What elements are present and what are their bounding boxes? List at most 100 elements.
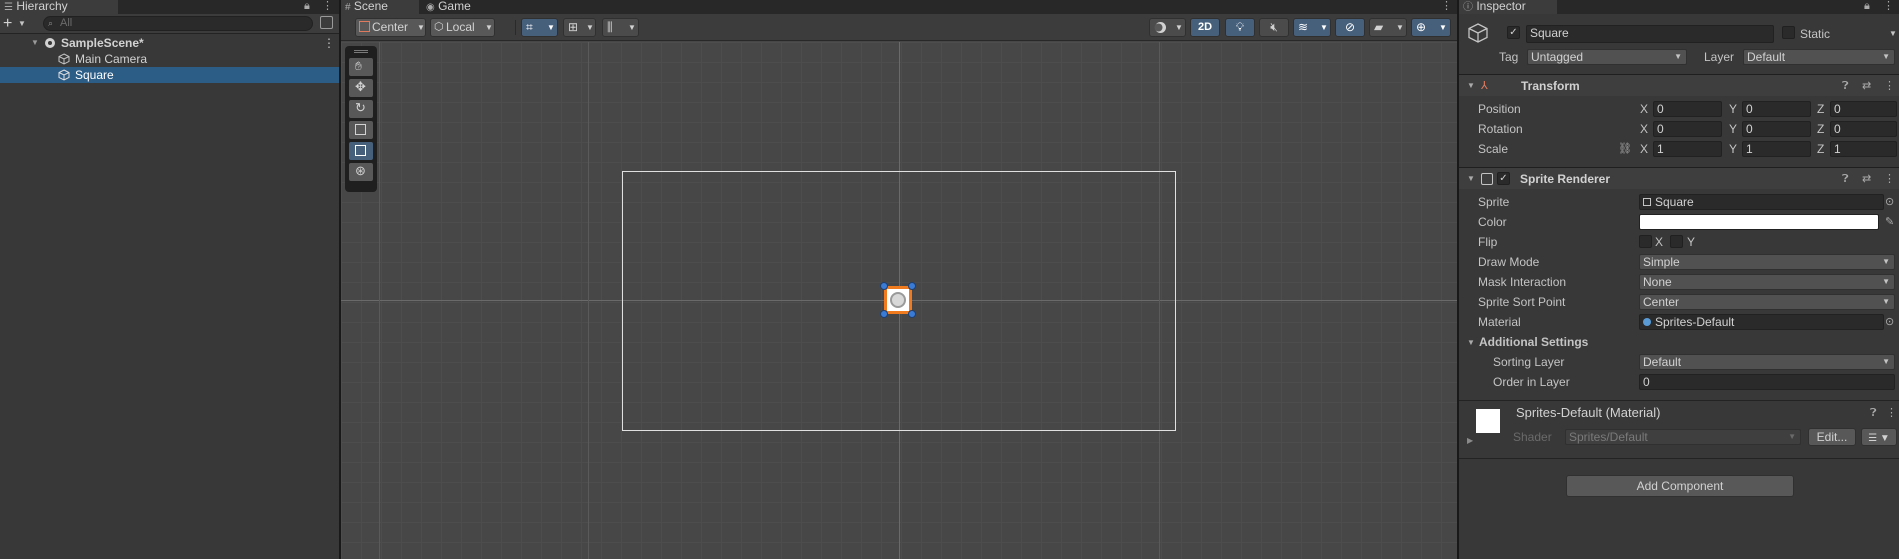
- lock-icon[interactable]: 🔒︎: [1864, 0, 1870, 13]
- sorting-layer-dropdown[interactable]: Default ▼: [1639, 354, 1895, 370]
- order-in-layer-field[interactable]: 0: [1639, 374, 1895, 390]
- tree-item-square[interactable]: Square: [0, 67, 339, 83]
- add-component-button[interactable]: Add Component: [1566, 475, 1794, 497]
- rotation-z-field[interactable]: 0: [1830, 121, 1897, 137]
- camera-dropdown[interactable]: ▰ ▼: [1369, 18, 1407, 37]
- help-icon[interactable]: ❓︎: [1842, 171, 1849, 187]
- active-checkbox[interactable]: ✓: [1507, 26, 1520, 39]
- layer-dropdown[interactable]: Default ▼: [1743, 49, 1895, 65]
- grid-line-major: [379, 42, 380, 559]
- audio-toggle[interactable]: 🔇︎: [1259, 18, 1289, 37]
- expand-arrow-icon[interactable]: ▼: [1467, 75, 1475, 97]
- shader-label: Shader: [1513, 430, 1552, 444]
- shader-options-dropdown[interactable]: ☰ ▼: [1861, 428, 1897, 446]
- tab-game[interactable]: ◉ Game: [422, 0, 492, 14]
- drag-handle-icon[interactable]: [354, 50, 368, 53]
- space-local-dropdown[interactable]: ⬡ Local ▼: [430, 18, 495, 37]
- object-name-field[interactable]: Square: [1526, 25, 1774, 43]
- preset-icon[interactable]: ⇄: [1862, 78, 1871, 94]
- mode-2d-toggle[interactable]: 2D: [1190, 18, 1220, 37]
- effects-dropdown[interactable]: ≋ ▼: [1293, 18, 1331, 37]
- more-menu-icon[interactable]: ⋮: [323, 35, 335, 51]
- scene-visibility-toggle[interactable]: ⊘: [1335, 18, 1365, 37]
- rect-handle-top-right[interactable]: [908, 282, 916, 290]
- more-menu-icon[interactable]: ⋮: [1884, 78, 1895, 94]
- pivot-icon[interactable]: [890, 292, 906, 308]
- grid-visibility-dropdown[interactable]: ⊞ ▼: [563, 18, 596, 37]
- more-menu-icon[interactable]: ⋮: [1441, 0, 1452, 13]
- tab-hierarchy[interactable]: ☰ Hierarchy: [0, 0, 118, 14]
- position-y-field[interactable]: 0: [1742, 101, 1811, 117]
- gizmos-dropdown[interactable]: ⊕ ▼: [1411, 18, 1451, 37]
- edit-shader-button[interactable]: Edit...: [1808, 428, 1856, 446]
- sprite-sort-point-value: Center: [1643, 295, 1680, 309]
- hand-tool-button[interactable]: ✋︎: [349, 58, 373, 76]
- tab-inspector[interactable]: ⓘ Inspector: [1459, 0, 1557, 14]
- transform-title: Transform: [1521, 79, 1580, 93]
- draw-mode-dropdown[interactable]: Simple ▼: [1639, 254, 1895, 270]
- position-x-field[interactable]: 0: [1653, 101, 1722, 117]
- selected-square-sprite[interactable]: [880, 282, 916, 318]
- rotation-x-field[interactable]: 0: [1653, 121, 1722, 137]
- scale-y-field[interactable]: 1: [1742, 141, 1811, 157]
- more-menu-icon[interactable]: ⋮: [1884, 171, 1895, 187]
- rect-tool-button[interactable]: [349, 142, 373, 160]
- tab-scene[interactable]: # Scene: [341, 0, 419, 14]
- tree-item-main-camera[interactable]: Main Camera: [0, 51, 339, 67]
- static-checkbox[interactable]: [1782, 26, 1795, 39]
- object-picker-icon[interactable]: ⊙: [1885, 314, 1894, 330]
- preset-icon[interactable]: ⇄: [1862, 171, 1871, 187]
- sprite-sort-point-dropdown[interactable]: Center ▼: [1639, 294, 1895, 310]
- increment-snap-dropdown[interactable]: ⫼ ▼: [602, 18, 639, 37]
- expand-arrow-icon[interactable]: ▼: [1467, 335, 1475, 351]
- pivot-center-dropdown[interactable]: Center ▼: [355, 18, 426, 37]
- shading-mode-dropdown[interactable]: ▼: [1149, 18, 1186, 37]
- transform-header[interactable]: ▼ ⅄ Transform ❓︎ ⇄ ⋮: [1459, 74, 1899, 96]
- scene-visibility-icon[interactable]: [320, 16, 333, 29]
- position-z-field[interactable]: 0: [1830, 101, 1897, 117]
- material-object-field[interactable]: Sprites-Default: [1639, 314, 1884, 330]
- help-icon[interactable]: ❓︎: [1870, 405, 1877, 421]
- more-menu-icon[interactable]: ⋮: [1886, 405, 1897, 421]
- help-icon[interactable]: ❓︎: [1842, 78, 1849, 94]
- chevron-down-icon: ▼: [485, 23, 493, 32]
- transform-tool-button[interactable]: ⊛: [349, 163, 373, 181]
- rotate-tool-button[interactable]: ↻: [349, 100, 373, 118]
- object-picker-icon[interactable]: ⊙: [1885, 194, 1894, 210]
- rect-handle-bottom-right[interactable]: [908, 310, 916, 318]
- more-menu-icon[interactable]: ⋮: [1883, 0, 1894, 13]
- scale-x-field[interactable]: 1: [1653, 141, 1722, 157]
- sprite-renderer-header[interactable]: ▼ ✓ Sprite Renderer ❓︎ ⇄ ⋮: [1459, 167, 1899, 189]
- constrain-proportions-icon[interactable]: ⛓︎: [1618, 141, 1632, 157]
- search-input[interactable]: ⌕ All: [43, 16, 313, 31]
- add-icon[interactable]: +: [3, 14, 12, 33]
- component-enabled-checkbox[interactable]: ✓: [1497, 172, 1510, 185]
- lighting-toggle[interactable]: 💡︎: [1225, 18, 1255, 37]
- move-tool-button[interactable]: ✥: [349, 79, 373, 97]
- more-menu-icon[interactable]: ⋮: [322, 0, 333, 13]
- expand-arrow-icon[interactable]: ▼: [1467, 168, 1475, 190]
- chevron-down-icon[interactable]: ▼: [1889, 26, 1897, 42]
- scale-tool-button[interactable]: [349, 121, 373, 139]
- chevron-down-icon[interactable]: ▼: [18, 14, 26, 34]
- tree-item-scene[interactable]: ▼ SampleScene* ⋮: [0, 35, 339, 51]
- color-swatch-field[interactable]: [1639, 214, 1879, 230]
- flip-y-checkbox[interactable]: [1670, 235, 1683, 248]
- rotation-y-field[interactable]: 0: [1742, 121, 1811, 137]
- expand-arrow-icon[interactable]: ▼: [31, 35, 39, 51]
- scene-viewport[interactable]: ✋︎ ✥ ↻ ⊛: [341, 42, 1457, 559]
- shader-dropdown[interactable]: Sprites/Default ▼: [1565, 429, 1801, 445]
- sprite-object-field[interactable]: Square: [1639, 194, 1884, 210]
- rect-handle-bottom-left[interactable]: [880, 310, 888, 318]
- axis-z-label: Z: [1817, 142, 1825, 156]
- grid-snap-toggle[interactable]: ⌗ ▼: [521, 18, 558, 37]
- expand-arrow-icon[interactable]: ▶: [1467, 436, 1473, 445]
- rect-handle-top-left[interactable]: [880, 282, 888, 290]
- eyedropper-icon[interactable]: ✎: [1885, 214, 1894, 230]
- additional-settings-foldout[interactable]: Additional Settings: [1479, 334, 1588, 350]
- flip-x-checkbox[interactable]: [1639, 235, 1652, 248]
- lock-icon[interactable]: 🔒︎: [304, 0, 310, 13]
- tag-dropdown[interactable]: Untagged ▼: [1527, 49, 1687, 65]
- mask-interaction-dropdown[interactable]: None ▼: [1639, 274, 1895, 290]
- scale-z-field[interactable]: 1: [1830, 141, 1897, 157]
